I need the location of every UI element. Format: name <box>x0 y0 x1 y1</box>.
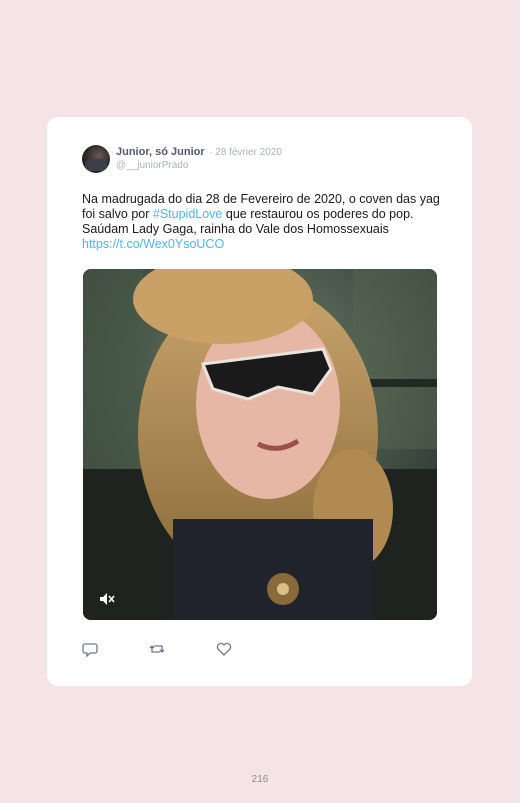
media-image <box>83 269 437 620</box>
mute-icon[interactable] <box>99 592 115 606</box>
display-name[interactable]: Junior, só Junior <box>116 146 205 158</box>
tweet-media[interactable] <box>83 269 437 620</box>
tweet-date[interactable]: · 28 février 2020 <box>209 147 282 158</box>
page-number: 216 <box>251 774 269 785</box>
heart-icon[interactable] <box>216 641 232 657</box>
user-handle[interactable]: @__juniorPrado <box>116 159 282 172</box>
tweet-text: Na madrugada do dia 28 de Fevereiro de 2… <box>82 192 442 252</box>
tweet-actions <box>82 641 283 658</box>
author-info: Junior, só Junior · 28 février 2020 @__j… <box>116 144 282 172</box>
tweet-url-link[interactable]: https://t.co/Wex0YsoUCO <box>82 237 224 251</box>
reply-icon[interactable] <box>82 641 98 658</box>
retweet-icon[interactable] <box>149 641 165 657</box>
tweet-header: Junior, só Junior · 28 février 2020 @__j… <box>82 144 282 173</box>
avatar[interactable] <box>82 145 110 173</box>
hashtag-link[interactable]: #StupidLove <box>153 207 223 221</box>
tweet-card: Junior, só Junior · 28 février 2020 @__j… <box>47 117 472 686</box>
